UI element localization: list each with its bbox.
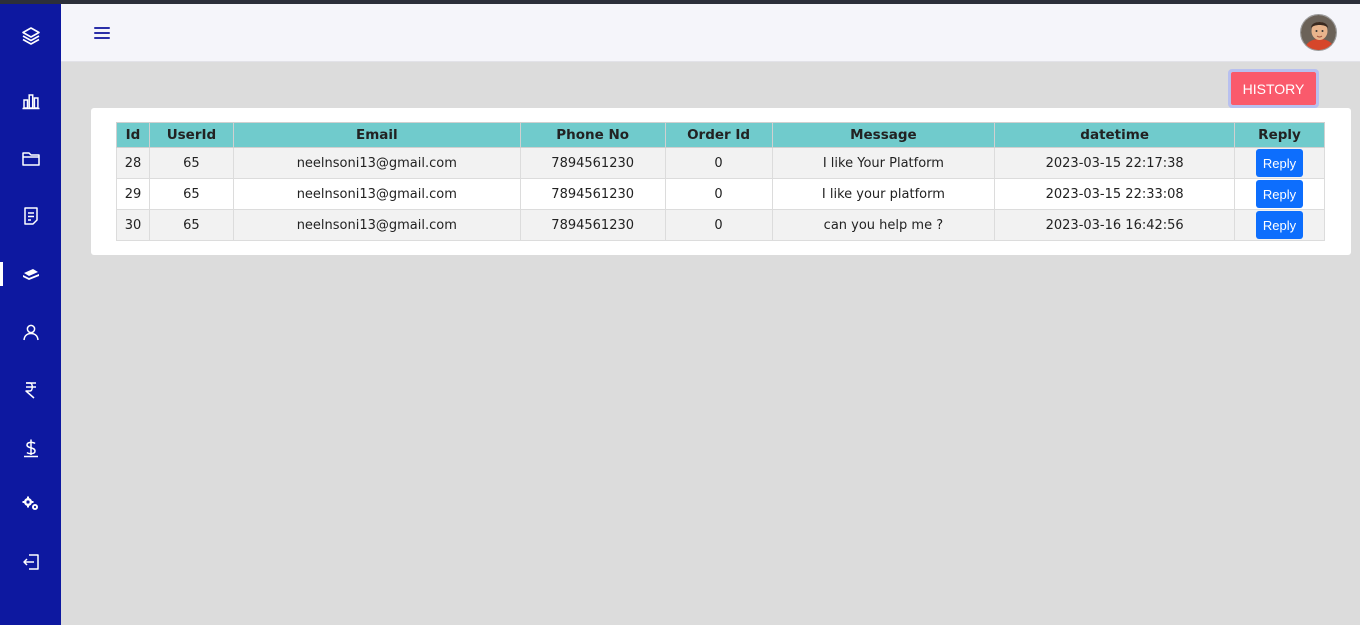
- logout-icon: [22, 554, 39, 570]
- cell-email: neelnsoni13@gmail.com: [232, 178, 521, 210]
- cell-datetime: 2023-03-15 22:17:38: [994, 147, 1236, 179]
- user-avatar[interactable]: [1300, 14, 1337, 51]
- messages-table: Id UserId Email Phone No Order Id Messag…: [116, 122, 1325, 241]
- cell-reply: Reply: [1234, 178, 1325, 210]
- column-header-id: Id: [116, 122, 150, 148]
- hamburger-icon: [94, 27, 110, 39]
- layers-icon: [21, 27, 40, 45]
- history-button-focus-ring: HISTORY: [1228, 69, 1319, 108]
- cell-order-id: 0: [664, 147, 773, 179]
- sidebar-item-dollar[interactable]: [0, 428, 61, 468]
- cell-message: can you help me ?: [771, 209, 996, 241]
- reply-button[interactable]: Reply: [1256, 211, 1303, 239]
- bar-chart-icon: [22, 94, 39, 110]
- sidebar-item-users[interactable]: [0, 312, 61, 352]
- column-header-order-id: Order Id: [664, 122, 773, 148]
- cell-email: neelnsoni13@gmail.com: [232, 209, 521, 241]
- cell-datetime: 2023-03-15 22:33:08: [994, 178, 1236, 210]
- cell-id: 30: [116, 209, 150, 241]
- cell-user-id: 65: [148, 147, 234, 179]
- gears-icon: [22, 496, 38, 510]
- messages-icon: [22, 269, 39, 280]
- cell-order-id: 0: [664, 209, 773, 241]
- sidebar-item-files[interactable]: [0, 139, 61, 179]
- cell-message: I like your platform: [771, 178, 996, 210]
- cell-phone: 7894561230: [519, 178, 666, 210]
- sidebar-item-logout[interactable]: [0, 542, 61, 582]
- table-row: 28 65 neelnsoni13@gmail.com 7894561230 0…: [116, 147, 1325, 179]
- messages-card: Id UserId Email Phone No Order Id Messag…: [91, 108, 1351, 255]
- table-row: 30 65 neelnsoni13@gmail.com 7894561230 0…: [116, 209, 1325, 241]
- column-header-reply: Reply: [1234, 122, 1325, 148]
- cell-email: neelnsoni13@gmail.com: [232, 147, 521, 179]
- rupee-icon: [24, 382, 36, 399]
- column-header-message: Message: [771, 122, 996, 148]
- cell-order-id: 0: [664, 178, 773, 210]
- sidebar-item-settings[interactable]: [0, 484, 61, 524]
- reply-button[interactable]: Reply: [1256, 180, 1303, 208]
- sidebar: [0, 4, 61, 625]
- cell-user-id: 65: [148, 178, 234, 210]
- history-button[interactable]: HISTORY: [1231, 72, 1316, 105]
- cell-phone: 7894561230: [519, 209, 666, 241]
- cell-user-id: 65: [148, 209, 234, 241]
- reply-button[interactable]: Reply: [1256, 149, 1303, 177]
- folder-icon: [21, 152, 40, 166]
- cell-reply: Reply: [1234, 209, 1325, 241]
- window-top-strip: [0, 0, 1360, 4]
- column-header-userid: UserId: [148, 122, 234, 148]
- dollar-icon: [23, 439, 38, 458]
- column-header-email: Email: [232, 122, 521, 148]
- top-header: [61, 4, 1360, 62]
- sidebar-item-rupee[interactable]: [0, 370, 61, 410]
- document-icon: [23, 207, 38, 225]
- cell-message: I like Your Platform: [771, 147, 996, 179]
- column-header-datetime: datetime: [994, 122, 1236, 148]
- cell-datetime: 2023-03-16 16:42:56: [994, 209, 1236, 241]
- sidebar-item-dashboard[interactable]: [0, 16, 61, 56]
- sidebar-item-messages[interactable]: [0, 254, 61, 294]
- sidebar-item-documents[interactable]: [0, 196, 61, 236]
- column-header-phone: Phone No: [519, 122, 666, 148]
- cell-id: 28: [116, 147, 150, 179]
- cell-reply: Reply: [1234, 147, 1325, 179]
- menu-toggle-button[interactable]: [91, 22, 113, 44]
- cell-phone: 7894561230: [519, 147, 666, 179]
- avatar: [1301, 15, 1336, 50]
- user-icon: [22, 324, 39, 341]
- sidebar-item-analytics[interactable]: [0, 81, 61, 121]
- table-row: 29 65 neelnsoni13@gmail.com 7894561230 0…: [116, 178, 1325, 210]
- cell-id: 29: [116, 178, 150, 210]
- table-header-row: Id UserId Email Phone No Order Id Messag…: [116, 122, 1325, 148]
